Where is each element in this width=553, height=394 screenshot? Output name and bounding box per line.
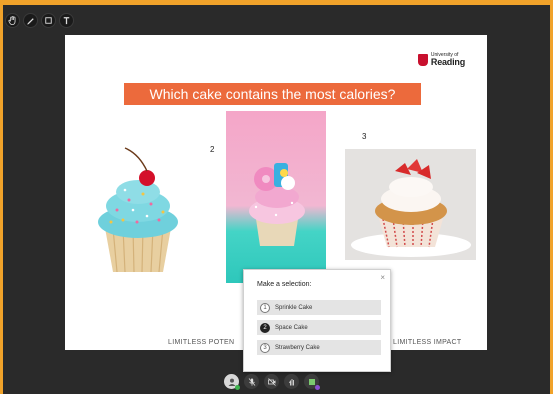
notification-dot [315,385,320,390]
raise-hand-button[interactable] [284,374,299,389]
university-logo: University of Reading [417,53,465,67]
avatar-button[interactable] [224,374,240,390]
share-button[interactable] [304,374,320,390]
strawberry-cake-image [345,149,476,260]
option-space-cake[interactable]: 2 Space Cake [257,320,381,335]
hand-tool-button[interactable] [5,13,20,28]
session-controls [224,374,320,390]
selection-popup: × Make a selection: 1 Sprinkle Cake 2 Sp… [243,269,391,372]
popup-title: Make a selection: [257,281,312,288]
cake-number-3: 3 [362,132,367,141]
close-icon[interactable]: × [380,273,385,282]
microphone-button[interactable] [244,374,259,389]
option-strawberry-cake[interactable]: 3 Strawberry Cake [257,340,381,355]
status-dot [235,385,240,390]
option-label: Sprinkle Cake [275,304,313,311]
sprinkle-cake-image [77,140,199,275]
square-icon [45,17,52,24]
microphone-off-icon [248,377,255,386]
question-banner: Which cake contains the most calories? [124,83,421,105]
hand-icon [8,16,16,26]
text-icon [63,17,70,25]
square-tool-button[interactable] [41,13,56,28]
option-label: Strawberry Cake [275,344,320,351]
pen-icon [27,18,34,25]
option-label: Space Cake [275,324,308,331]
camera-off-icon [267,377,276,386]
slide-footer-left: LIMITLESS POTEN [168,339,235,346]
slide-footer-right: LIMITLESS IMPACT [393,339,462,346]
space-cake-image [226,111,326,283]
annotation-toolbar [5,13,74,28]
camera-button[interactable] [264,374,279,389]
option-number-badge: 2 [260,322,270,333]
cake-number-2: 2 [210,145,215,154]
option-number-badge: 1 [260,302,270,313]
option-number-badge: 3 [260,342,270,353]
pen-tool-button[interactable] [23,13,38,28]
logo-line-2: Reading [430,57,465,67]
crest-icon [417,54,428,66]
text-tool-button[interactable] [59,13,74,28]
raise-hand-icon [288,378,294,385]
option-sprinkle-cake[interactable]: 1 Sprinkle Cake [257,300,381,315]
